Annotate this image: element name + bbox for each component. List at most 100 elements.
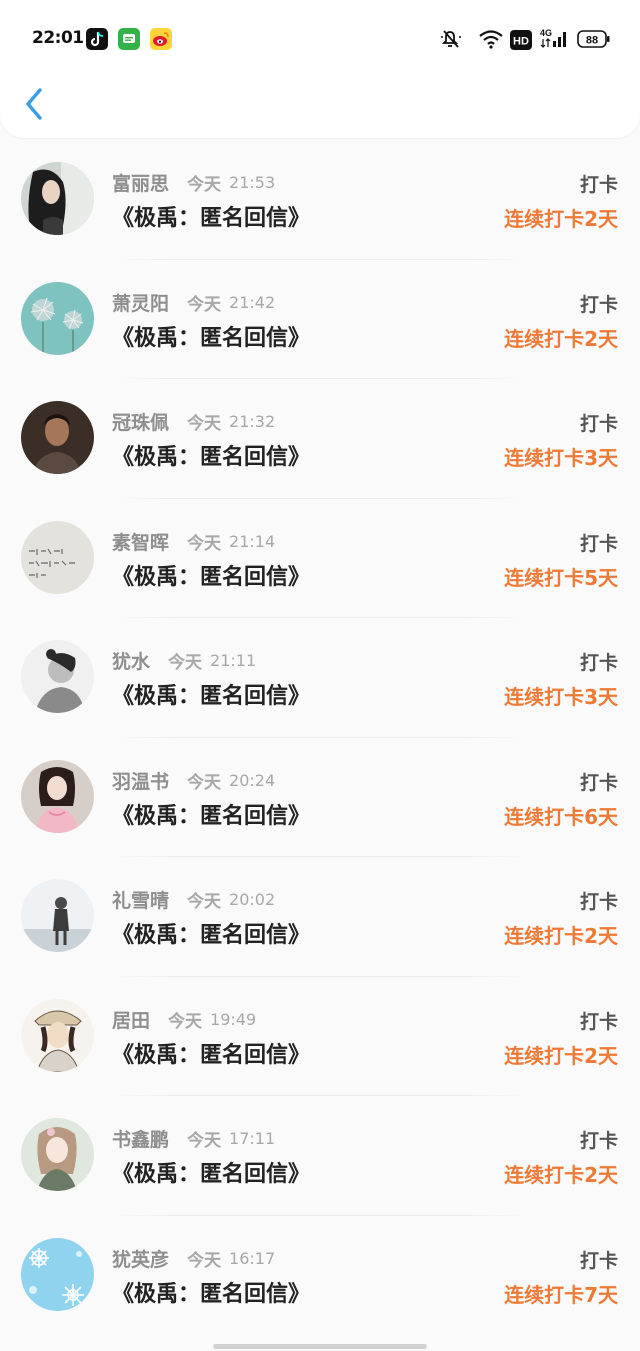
book-title[interactable]: 《极禹：匿名回信》 (112, 798, 310, 830)
day-label: 今天 (187, 533, 222, 554)
streak-label: 连续打卡2天 (504, 326, 618, 351)
time-label: 17:11 (229, 1129, 276, 1148)
back-button[interactable] (20, 86, 50, 122)
avatar[interactable] (21, 520, 94, 594)
tiktok-icon (86, 28, 108, 50)
checkin-label: 打卡 (579, 413, 618, 435)
svg-text:HD: HD (513, 36, 529, 48)
day-label: 今天 (187, 772, 222, 793)
book-title[interactable]: 《极禹：匿名回信》 (112, 1156, 310, 1188)
user-name[interactable]: 书鑫鹏 (112, 1129, 169, 1151)
user-name[interactable]: 居田 (112, 1010, 150, 1032)
svg-text:4G: 4G (540, 28, 552, 38)
list-item[interactable]: 礼雪晴 今天 20:02 《极禹：匿名回信》 打卡 连续打卡2天 (0, 857, 640, 977)
avatar[interactable] (21, 1237, 94, 1311)
day-label: 今天 (187, 1250, 222, 1271)
checkin-label: 打卡 (579, 891, 618, 913)
chevron-left-icon (26, 88, 42, 120)
meta-line: 冠珠佩 今天 21:32 (112, 408, 276, 434)
avatar[interactable] (21, 640, 94, 713)
user-name[interactable]: 礼雪晴 (112, 890, 169, 912)
list-item[interactable]: 冠珠佩 今天 21:32 《极禹：匿名回信》 打卡 连续打卡3天 (0, 379, 640, 499)
streak-label: 连续打卡2天 (504, 924, 618, 948)
avatar[interactable] (21, 281, 94, 355)
checkin-label: 打卡 (579, 652, 618, 674)
status-bar: 22:01 HD 4G 88 (0, 0, 640, 78)
battery-icon: 88 (577, 29, 611, 53)
list-item[interactable]: 萧灵阳 今天 21:42 《极禹：匿名回信》 打卡 连续打卡2天 (0, 260, 640, 379)
checkin-label: 打卡 (579, 771, 618, 794)
checkin-label: 打卡 (579, 1130, 618, 1152)
avatar[interactable] (21, 162, 94, 235)
book-title[interactable]: 《极禹：匿名回信》 (112, 1037, 310, 1069)
book-title[interactable]: 《极禹：匿名回信》 (112, 678, 310, 710)
book-title[interactable]: 《极禹：匿名回信》 (112, 439, 310, 471)
streak-label: 连续打卡2天 (504, 1163, 618, 1187)
hd-icon: HD (510, 30, 532, 54)
avatar[interactable] (21, 879, 94, 952)
list-item[interactable]: 犹英彦 今天 16:17 《极禹：匿名回信》 打卡 连续打卡7天 (0, 1216, 640, 1336)
meta-line: 犹水 今天 21:11 (112, 647, 256, 673)
book-title[interactable]: 《极禹：匿名回信》 (112, 200, 310, 232)
meta-line: 素智晖 今天 21:14 (112, 528, 276, 554)
avatar[interactable] (21, 998, 94, 1072)
meta-line: 犹英彦 今天 16:17 (112, 1245, 275, 1271)
streak-label: 连续打卡6天 (504, 804, 618, 829)
day-label: 今天 (168, 653, 203, 673)
book-title[interactable]: 《极禹：匿名回信》 (112, 1276, 310, 1308)
meta-line: 书鑫鹏 今天 17:11 (112, 1125, 276, 1151)
user-name[interactable]: 犹水 (112, 651, 150, 673)
time-label: 21:53 (229, 173, 276, 192)
user-name[interactable]: 素智晖 (112, 532, 169, 554)
streak-label: 连续打卡3天 (504, 446, 618, 470)
mute-icon (440, 28, 468, 54)
user-name[interactable]: 冠珠佩 (112, 412, 169, 434)
day-label: 今天 (187, 175, 222, 195)
streak-label: 连续打卡3天 (504, 685, 618, 709)
user-name[interactable]: 犹英彦 (112, 1249, 169, 1271)
checkin-list: 富丽思 今天 21:53 《极禹：匿名回信》 打卡 连续打卡2天 萧灵阳 今天 21:4… (0, 140, 640, 1335)
svg-text:88: 88 (586, 35, 598, 47)
avatar[interactable] (21, 1118, 94, 1191)
list-item[interactable]: 素智晖 今天 21:14 《极禹：匿名回信》 打卡 连续打卡5天 (0, 499, 640, 618)
chat-icon (118, 28, 140, 50)
checkin-label: 打卡 (579, 532, 618, 555)
day-label: 今天 (168, 1011, 203, 1032)
signal-4g-icon: 4G (540, 26, 570, 54)
book-title[interactable]: 《极禹：匿名回信》 (112, 917, 310, 949)
top-bar: 22:01 HD 4G 88 (0, 0, 640, 138)
day-label: 今天 (187, 892, 222, 912)
home-indicator[interactable] (213, 1344, 427, 1349)
meta-line: 羽温书 今天 20:24 (112, 767, 276, 793)
list-item[interactable]: 书鑫鹏 今天 17:11 《极禹：匿名回信》 打卡 连续打卡2天 (0, 1096, 640, 1216)
streak-label: 连续打卡7天 (504, 1282, 618, 1307)
status-time: 22:01 (32, 28, 84, 48)
avatar[interactable] (21, 759, 94, 833)
checkin-label: 打卡 (579, 1010, 618, 1033)
list-item[interactable]: 富丽思 今天 21:53 《极禹：匿名回信》 打卡 连续打卡2天 (0, 140, 640, 260)
time-label: 21:42 (229, 292, 276, 312)
time-label: 20:02 (229, 890, 276, 909)
avatar[interactable] (21, 401, 94, 474)
time-label: 21:14 (229, 531, 276, 551)
streak-label: 连续打卡2天 (504, 1043, 618, 1068)
time-label: 20:24 (229, 770, 276, 790)
book-title[interactable]: 《极禹：匿名回信》 (112, 559, 310, 591)
list-item[interactable]: 居田 今天 19:49 《极禹：匿名回信》 打卡 连续打卡2天 (0, 977, 640, 1096)
meta-line: 礼雪晴 今天 20:02 (112, 886, 276, 912)
checkin-label: 打卡 (579, 293, 618, 316)
weibo-icon (150, 28, 172, 50)
checkin-label: 打卡 (579, 1249, 618, 1272)
user-name[interactable]: 富丽思 (112, 173, 169, 195)
day-label: 今天 (187, 294, 222, 315)
user-name[interactable]: 羽温书 (112, 771, 169, 793)
user-name[interactable]: 萧灵阳 (112, 293, 169, 315)
time-label: 21:32 (229, 412, 276, 431)
day-label: 今天 (187, 1131, 222, 1151)
meta-line: 萧灵阳 今天 21:42 (112, 289, 276, 315)
book-title[interactable]: 《极禹：匿名回信》 (112, 320, 310, 352)
checkin-label: 打卡 (579, 174, 618, 196)
list-item[interactable]: 犹水 今天 21:11 《极禹：匿名回信》 打卡 连续打卡3天 (0, 618, 640, 738)
list-item[interactable]: 羽温书 今天 20:24 《极禹：匿名回信》 打卡 连续打卡6天 (0, 738, 640, 857)
meta-line: 富丽思 今天 21:53 (112, 169, 276, 195)
